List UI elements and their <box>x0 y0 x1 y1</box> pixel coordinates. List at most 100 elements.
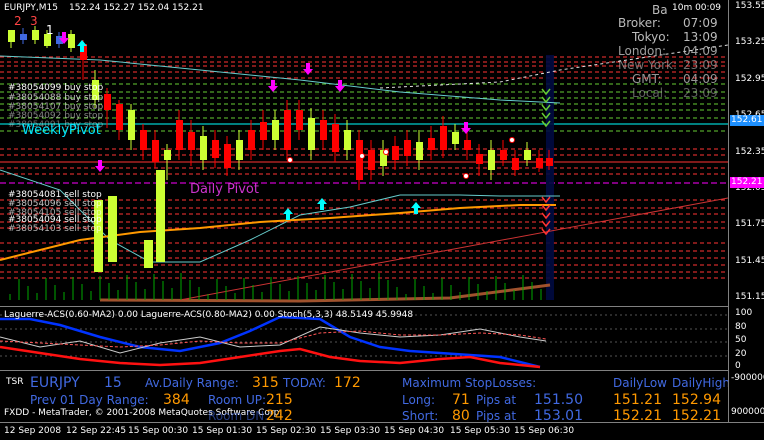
tsr-pair: EURJPY <box>30 375 80 391</box>
candle-body <box>392 146 399 160</box>
indicator-tick: 0 <box>735 361 741 371</box>
up-arrow-icon <box>283 208 293 220</box>
candle-body <box>108 196 117 262</box>
daily-low-header: DailyLow <box>613 376 667 390</box>
long-pips-at: Pips at <box>476 393 517 407</box>
candle-body <box>500 150 507 160</box>
clock-value: 04:09 <box>683 72 718 86</box>
candle-body <box>116 104 123 130</box>
clock-value: 13:09 <box>683 30 718 44</box>
short-price: 153.01 <box>534 408 583 424</box>
candle-body <box>152 140 159 162</box>
price-tick: 152.35 <box>735 146 764 157</box>
candle-body <box>440 126 447 150</box>
candle-body <box>188 132 195 150</box>
candle-body <box>140 130 147 150</box>
sell-stop-label: #38054103 sell stop <box>8 224 102 234</box>
candle-body <box>20 34 27 40</box>
candle-body <box>476 154 483 164</box>
trend-line-red <box>179 197 728 301</box>
candle-body <box>224 144 231 168</box>
candle-body <box>284 110 291 150</box>
clock-value: 23:09 <box>683 58 718 72</box>
candle-body <box>368 150 375 170</box>
candle-body <box>272 120 279 140</box>
short-label: Short: <box>402 409 439 423</box>
corner-digit-2: 2 <box>14 14 22 28</box>
candle-body <box>164 150 171 160</box>
today-label: TODAY: <box>283 376 326 390</box>
short-pips: 80 <box>452 408 470 424</box>
candle-body <box>416 142 423 160</box>
clock-label: Local: <box>632 86 668 100</box>
candle-body <box>464 140 471 150</box>
price-axis[interactable]: 153.55153.25152.95152.65152.35152.05151.… <box>728 0 764 422</box>
time-tick: 15 Sep 03:30 <box>320 426 381 436</box>
clock-label: London: <box>618 44 667 58</box>
time-tick: 12 Sep 2008 <box>4 426 62 436</box>
candle-body <box>144 240 153 268</box>
fill-marker <box>359 153 365 159</box>
candle-body <box>488 150 495 170</box>
candle-body <box>344 130 351 150</box>
candle-body <box>248 130 255 150</box>
clock-top-label: Ba <box>652 3 668 17</box>
main-chart[interactable]: EURJPY,M15 152.24 152.27 152.04 152.21 2… <box>0 0 728 303</box>
candle-body <box>104 94 111 110</box>
candle-body <box>236 140 243 160</box>
time-tick: 15 Sep 01:30 <box>192 426 253 436</box>
price-tick: 153.25 <box>735 37 764 48</box>
candle-body <box>8 30 15 42</box>
room-up-value: 215 <box>266 392 293 408</box>
candle-body <box>546 158 553 166</box>
tsr-axis-tick-top: -9000000 <box>731 373 764 383</box>
time-axis[interactable]: 12 Sep 2008 12 Sep 22:45 15 Sep 00:30 15 Se… <box>0 422 764 440</box>
room-up-label: Room UP: <box>208 393 267 407</box>
candle-body <box>128 110 135 140</box>
candle-body <box>404 140 411 156</box>
avg-range-value: 315 <box>252 375 279 391</box>
indicator-window[interactable]: Laguerre-ACS(0.60-MA2) 0.00 Laguerre-ACS… <box>0 306 728 370</box>
room-down-value: 242 <box>266 408 293 424</box>
clock-label: GMT: <box>632 72 662 86</box>
corner-digit-1: 1 <box>46 23 54 37</box>
daily-high-header: DailyHigh <box>672 376 730 390</box>
price-tick: 152.95 <box>735 73 764 84</box>
price-badge-blue: 152.61 <box>730 115 764 126</box>
clock-top-value: 10m 00:09 <box>672 3 722 13</box>
room-down-label: Room DN: <box>208 409 269 423</box>
max-stoploss-label: Maximum StopLosses: <box>402 376 537 390</box>
fill-marker <box>287 157 293 163</box>
down-arrow-icon <box>335 80 345 92</box>
price-tick: 151.75 <box>735 219 764 230</box>
candle-body <box>156 170 165 262</box>
candle-body <box>320 120 327 140</box>
price-tick: 151.15 <box>735 292 764 303</box>
price-tick: 153.55 <box>735 1 764 11</box>
down-arrow-icon <box>268 80 278 92</box>
candle-body <box>356 140 363 180</box>
avg-range-label: Av.Daily Range: <box>145 376 239 390</box>
clock-value: 04:09 <box>683 44 718 58</box>
prev-range-label: Prev 01 Day Range: <box>30 393 149 407</box>
clock-value: 23:09 <box>683 86 718 100</box>
time-tick: 15 Sep 02:30 <box>256 426 317 436</box>
tsr-panel: TSR EURJPY 15 Av.Daily Range: 315 TODAY:… <box>0 370 730 424</box>
stoch-signal-line <box>0 330 547 348</box>
chart-title: EURJPY,M15 <box>4 3 58 13</box>
clock-label: Tokyo: <box>632 30 670 44</box>
chart-ohlc: 152.24 152.27 152.04 152.21 <box>69 3 204 13</box>
candle-body <box>524 150 531 160</box>
today-value: 172 <box>334 375 361 391</box>
fill-marker <box>509 137 515 143</box>
buy-stop-header: #38054099 buy stop <box>8 83 104 93</box>
price-badge-magenta: 152.21 <box>730 177 764 188</box>
candle-body <box>308 118 315 150</box>
indicator-tick: 50 <box>735 335 747 345</box>
tsr-axis-tick-bottom: 9000000 <box>731 407 764 417</box>
candle-body <box>260 122 267 140</box>
candle-body <box>428 138 435 150</box>
candle-body <box>68 34 75 48</box>
corner-digit-3: 3 <box>30 14 38 28</box>
indicator-title: Laguerre-ACS(0.60-MA2) 0.00 Laguerre-ACS… <box>4 310 414 320</box>
